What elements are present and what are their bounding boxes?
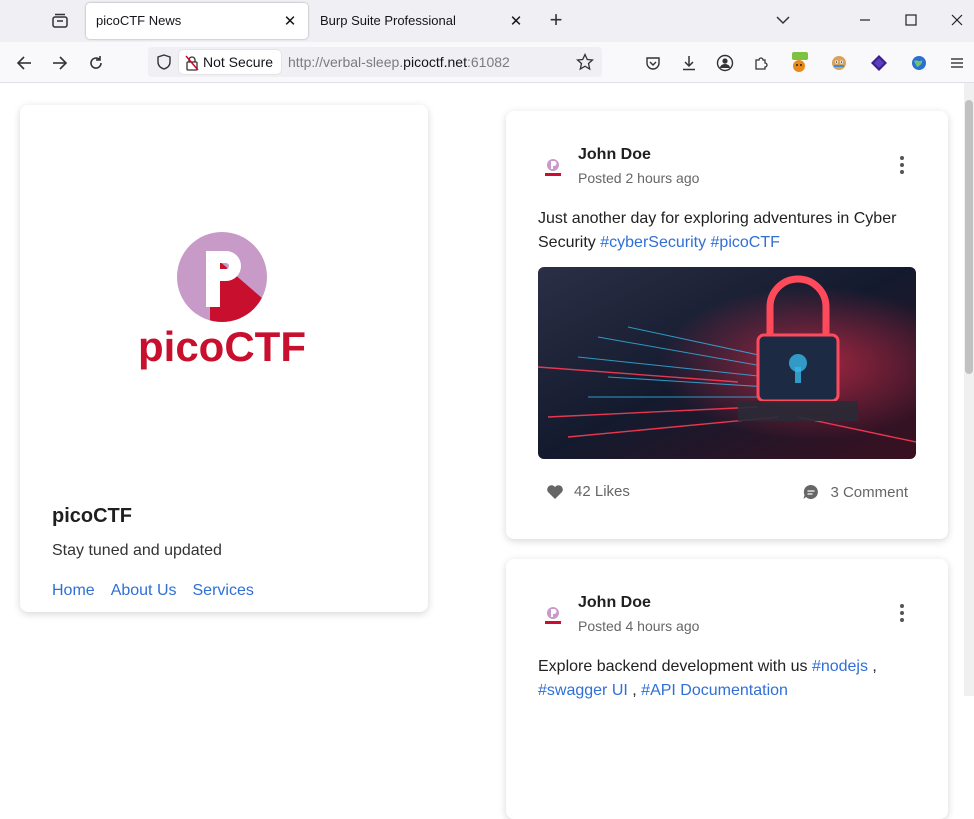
- chevron-down-icon[interactable]: [769, 8, 797, 32]
- page-content: picoCTF picoCTF Stay tuned and updated H…: [0, 83, 964, 819]
- forward-icon[interactable]: [47, 50, 73, 76]
- account-icon[interactable]: [712, 50, 738, 76]
- tab-list-icon[interactable]: [48, 9, 72, 33]
- url-domain: picoctf.net: [403, 54, 467, 70]
- reload-icon[interactable]: [83, 50, 109, 76]
- tab-picoctf-news[interactable]: picoCTF News ✕: [86, 3, 308, 39]
- bookmark-star-icon[interactable]: [575, 52, 595, 76]
- close-tab-icon[interactable]: ✕: [280, 11, 300, 31]
- post-text: Just another day for exploring adventure…: [538, 207, 918, 255]
- link-home[interactable]: Home: [52, 582, 95, 599]
- post-body: Explore backend development with us: [538, 658, 812, 675]
- not-secure-badge[interactable]: Not Secure: [179, 50, 282, 74]
- post-image-cyber-lock: [538, 267, 916, 459]
- menu-icon[interactable]: [944, 50, 970, 76]
- profile-name: picoCTF: [52, 505, 132, 527]
- more-options-icon[interactable]: [896, 153, 908, 177]
- pocket-icon[interactable]: [640, 50, 666, 76]
- picoctf-logo: picoCTF: [130, 225, 314, 390]
- comment-count: 3 Comment: [830, 483, 908, 501]
- new-tab-icon[interactable]: +: [544, 7, 568, 32]
- shield-icon[interactable]: [156, 54, 172, 75]
- url-port: :61082: [467, 54, 510, 70]
- maximize-icon[interactable]: [897, 8, 925, 32]
- tab-strip: picoCTF News ✕ Burp Suite Professional ✕…: [0, 0, 974, 42]
- post-timestamp: Posted 4 hours ago: [578, 618, 700, 634]
- avatar: [538, 601, 568, 631]
- scrollbar-thumb[interactable]: [965, 100, 973, 374]
- avatar: [538, 153, 568, 183]
- logo-wordmark: picoCTF: [138, 323, 306, 370]
- like-count: 42 Likes: [574, 483, 630, 500]
- url-text[interactable]: http://verbal-sleep.picoctf.net:61082: [288, 54, 510, 70]
- post-card: John Doe Posted 4 hours ago Explore back…: [506, 559, 948, 819]
- hashtag-link[interactable]: #cyberSecurity: [600, 234, 706, 251]
- hashtag-link[interactable]: #API Documentation: [641, 682, 788, 699]
- minimize-icon[interactable]: [851, 8, 879, 32]
- hashtag-link[interactable]: #swagger UI: [538, 682, 628, 699]
- hashtag-link[interactable]: #nodejs: [812, 658, 868, 675]
- comment-button[interactable]: 3 Comment: [802, 483, 908, 501]
- url-prefix: http://verbal-sleep.: [288, 54, 404, 70]
- foxyproxy-extension-icon[interactable]: [786, 50, 812, 76]
- heart-icon: [547, 484, 563, 499]
- tab-title: picoCTF News: [96, 13, 182, 28]
- link-about-us[interactable]: About Us: [111, 582, 177, 599]
- extensions-icon[interactable]: [748, 50, 774, 76]
- close-window-icon[interactable]: [943, 8, 971, 32]
- tab-burp-suite[interactable]: Burp Suite Professional ✕: [310, 3, 534, 39]
- layers-extension-icon[interactable]: [866, 50, 892, 76]
- insecure-lock-icon: [185, 54, 199, 78]
- download-icon[interactable]: [676, 50, 702, 76]
- post-author: John Doe: [578, 594, 651, 611]
- more-options-icon[interactable]: [896, 601, 908, 625]
- like-button[interactable]: 42 Likes: [546, 483, 630, 500]
- post-timestamp: Posted 2 hours ago: [578, 170, 700, 186]
- tab-title: Burp Suite Professional: [320, 13, 456, 28]
- url-bar[interactable]: Not Secure http://verbal-sleep.picoctf.n…: [148, 47, 602, 77]
- hashtag-link[interactable]: #picoCTF: [711, 234, 780, 251]
- link-services[interactable]: Services: [193, 582, 254, 599]
- cookie-extension-icon[interactable]: [826, 50, 852, 76]
- post-card: John Doe Posted 2 hours ago Just another…: [506, 111, 948, 539]
- profile-tagline: Stay tuned and updated: [52, 542, 222, 559]
- close-tab-icon[interactable]: ✕: [506, 11, 526, 31]
- post-author: John Doe: [578, 146, 651, 163]
- profile-links: Home About Us Services: [52, 582, 270, 600]
- navigation-toolbar: Not Secure http://verbal-sleep.picoctf.n…: [0, 42, 974, 83]
- comment-icon: [803, 484, 819, 499]
- globe-extension-icon[interactable]: [906, 50, 932, 76]
- profile-card: picoCTF picoCTF Stay tuned and updated H…: [20, 105, 428, 612]
- not-secure-label: Not Secure: [203, 54, 274, 70]
- back-icon[interactable]: [11, 50, 37, 76]
